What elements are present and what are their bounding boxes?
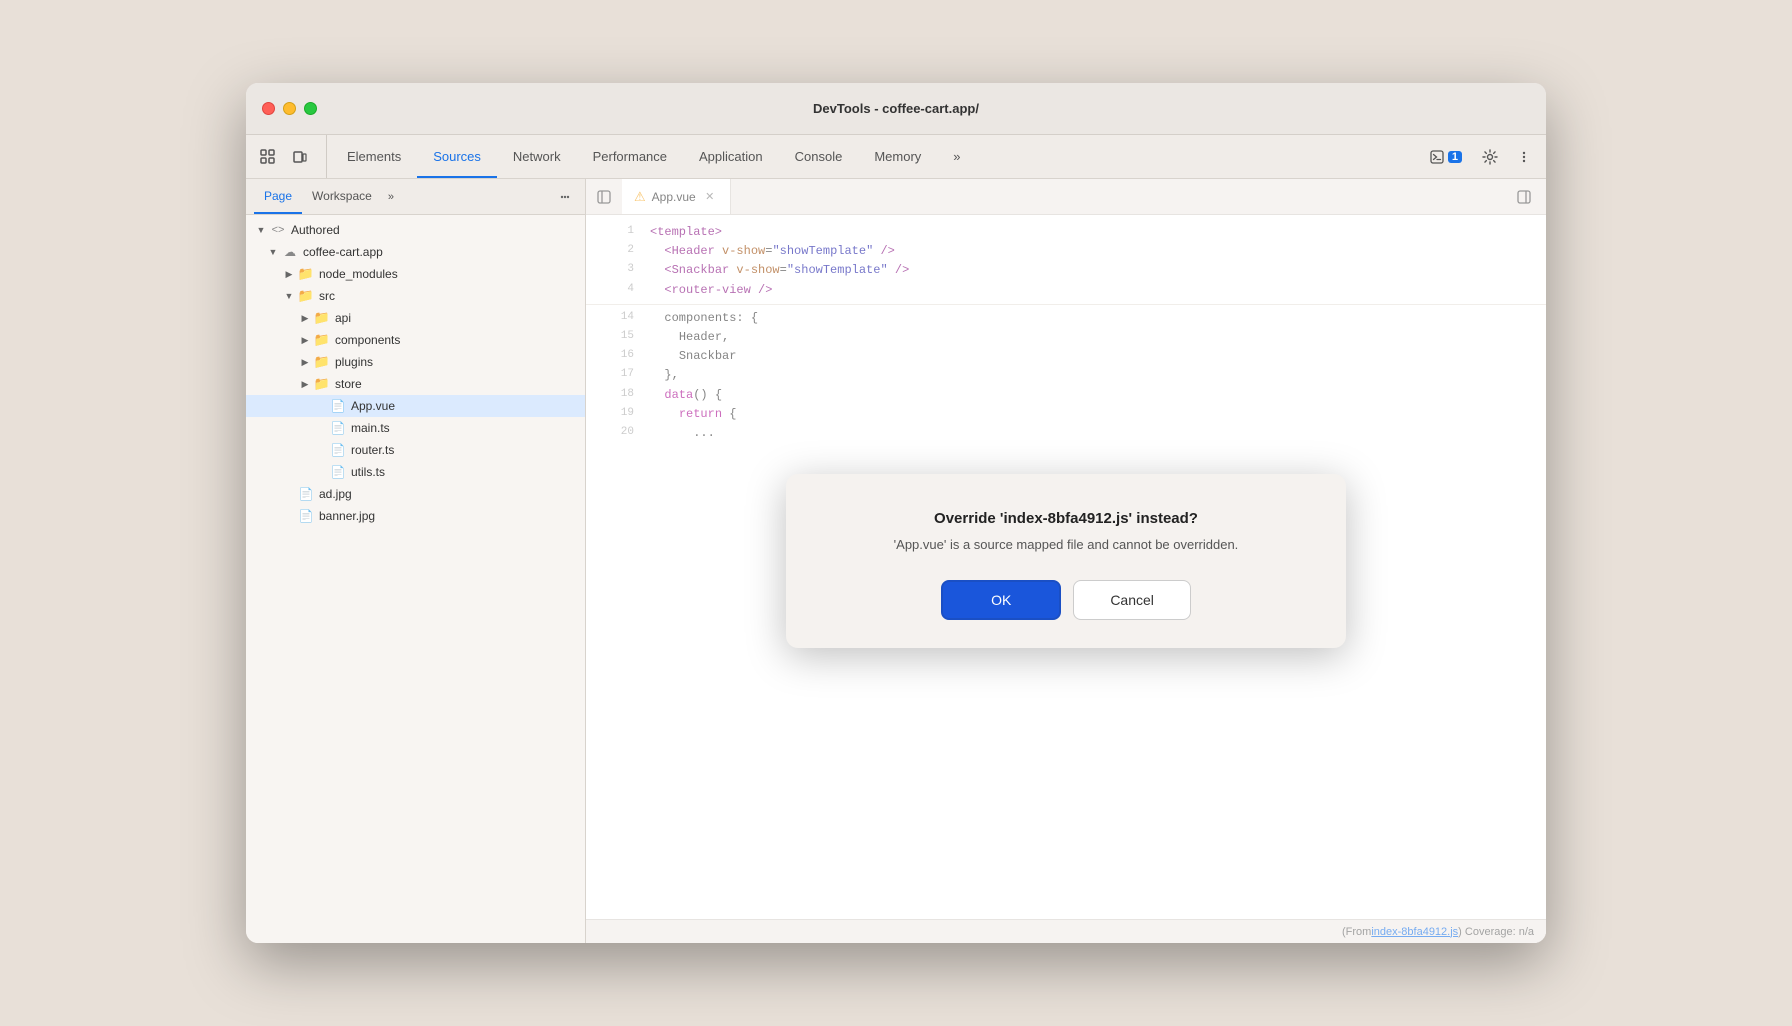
file-tree: ▼ <> Authored ▼ ☁ coffee-cart.app ▶ 📁 no…: [246, 215, 585, 943]
file-icon-ad-jpg: 📄: [298, 486, 314, 502]
tree-arrow-node-modules: ▶: [282, 267, 296, 281]
tab-application[interactable]: Application: [683, 135, 779, 178]
tree-item-banner-jpg[interactable]: ▶ 📄 banner.jpg: [246, 505, 585, 527]
folder-icon-node-modules: 📁: [298, 266, 314, 282]
console-count: 1: [1448, 151, 1462, 163]
tree-label-node-modules: node_modules: [319, 267, 398, 281]
file-icon-main-ts: 📄: [330, 420, 346, 436]
main-content: Page Workspace » ▼ <> Authored: [246, 179, 1546, 943]
tree-label-coffee-cart: coffee-cart.app: [303, 245, 383, 259]
tree-item-plugins[interactable]: ▶ 📁 plugins: [246, 351, 585, 373]
panel-tabs: Page Workspace »: [246, 179, 585, 215]
modal-title: Override 'index-8bfa4912.js' instead?: [834, 510, 1298, 527]
tree-arrow-src: ▼: [282, 289, 296, 303]
tree-item-router-ts[interactable]: ▶ 📄 router.ts: [246, 439, 585, 461]
modal-overlay: Override 'index-8bfa4912.js' instead? 'A…: [586, 179, 1546, 943]
toolbar-icons: [254, 135, 327, 178]
tree-label-utils-ts: utils.ts: [351, 465, 385, 479]
modal-subtitle: 'App.vue' is a source mapped file and ca…: [834, 537, 1298, 552]
tree-label-src: src: [319, 289, 335, 303]
tree-label-store: store: [335, 377, 362, 391]
file-icon-utils-ts: 📄: [330, 464, 346, 480]
tree-label-components: components: [335, 333, 400, 347]
tree-item-node-modules[interactable]: ▶ 📁 node_modules: [246, 263, 585, 285]
folder-icon-api: 📁: [314, 310, 330, 326]
toolbar-right: 1: [1414, 135, 1538, 178]
tree-label-router-ts: router.ts: [351, 443, 394, 457]
close-button[interactable]: [262, 102, 275, 115]
folder-icon-src: 📁: [298, 288, 314, 304]
tab-network[interactable]: Network: [497, 135, 577, 178]
tree-label-app-vue: App.vue: [351, 399, 395, 413]
tab-navigation: Elements Sources Network Performance App…: [331, 135, 1414, 178]
tree-arrow-components: ▶: [298, 333, 312, 347]
settings-icon[interactable]: [1476, 143, 1504, 171]
modal-dialog: Override 'index-8bfa4912.js' instead? 'A…: [786, 474, 1346, 648]
tree-item-ad-jpg[interactable]: ▶ 📄 ad.jpg: [246, 483, 585, 505]
tab-more[interactable]: »: [937, 135, 976, 178]
tree-label-ad-jpg: ad.jpg: [319, 487, 352, 501]
panel-tab-workspace[interactable]: Workspace: [302, 179, 382, 214]
inspect-icon[interactable]: [254, 143, 282, 171]
tab-sources[interactable]: Sources: [417, 135, 497, 178]
more-menu-icon[interactable]: [1510, 143, 1538, 171]
folder-icon-plugins: 📁: [314, 354, 330, 370]
devtools-window: DevTools - coffee-cart.app/ Elements: [246, 83, 1546, 943]
modal-buttons: OK Cancel: [834, 580, 1298, 620]
tree-label-main-ts: main.ts: [351, 421, 390, 435]
tree-item-components[interactable]: ▶ 📁 components: [246, 329, 585, 351]
console-badge[interactable]: 1: [1422, 148, 1470, 166]
tab-performance[interactable]: Performance: [577, 135, 683, 178]
tree-item-src[interactable]: ▼ 📁 src: [246, 285, 585, 307]
modal-ok-button[interactable]: OK: [941, 580, 1061, 620]
tree-arrow-api: ▶: [298, 311, 312, 325]
tree-arrow-coffee-cart: ▼: [266, 245, 280, 259]
device-toggle-icon[interactable]: [286, 143, 314, 171]
tree-item-store[interactable]: ▶ 📁 store: [246, 373, 585, 395]
left-panel: Page Workspace » ▼ <> Authored: [246, 179, 586, 943]
tree-label-plugins: plugins: [335, 355, 373, 369]
main-toolbar: Elements Sources Network Performance App…: [246, 135, 1546, 179]
modal-cancel-button[interactable]: Cancel: [1073, 580, 1191, 620]
panel-tab-more[interactable]: »: [382, 191, 400, 203]
tree-label-banner-jpg: banner.jpg: [319, 509, 375, 523]
code-brackets-icon: <>: [270, 222, 286, 238]
file-icon-router-ts: 📄: [330, 442, 346, 458]
titlebar: DevTools - coffee-cart.app/: [246, 83, 1546, 135]
folder-icon-components: 📁: [314, 332, 330, 348]
file-icon-app-vue: 📄: [330, 398, 346, 414]
maximize-button[interactable]: [304, 102, 317, 115]
tab-elements[interactable]: Elements: [331, 135, 417, 178]
authored-header[interactable]: ▼ <> Authored: [246, 219, 585, 241]
tab-memory[interactable]: Memory: [858, 135, 937, 178]
cloud-icon: ☁: [282, 244, 298, 260]
traffic-lights: [262, 102, 317, 115]
window-title: DevTools - coffee-cart.app/: [813, 101, 979, 116]
panel-tab-page[interactable]: Page: [254, 179, 302, 214]
file-icon-banner-jpg: 📄: [298, 508, 314, 524]
tree-item-app-vue[interactable]: ▶ 📄 App.vue: [246, 395, 585, 417]
minimize-button[interactable]: [283, 102, 296, 115]
tree-label-api: api: [335, 311, 351, 325]
right-panel: ⚠ App.vue ✕ 1 <template>: [586, 179, 1546, 943]
tab-console[interactable]: Console: [779, 135, 859, 178]
panel-menu-icon[interactable]: [553, 185, 577, 209]
tree-item-main-ts[interactable]: ▶ 📄 main.ts: [246, 417, 585, 439]
authored-label: Authored: [291, 223, 340, 237]
tree-item-coffee-cart[interactable]: ▼ ☁ coffee-cart.app: [246, 241, 585, 263]
folder-icon-store: 📁: [314, 376, 330, 392]
tree-item-api[interactable]: ▶ 📁 api: [246, 307, 585, 329]
tree-item-utils-ts[interactable]: ▶ 📄 utils.ts: [246, 461, 585, 483]
authored-arrow: ▼: [254, 223, 268, 237]
tree-arrow-store: ▶: [298, 377, 312, 391]
tree-arrow-plugins: ▶: [298, 355, 312, 369]
